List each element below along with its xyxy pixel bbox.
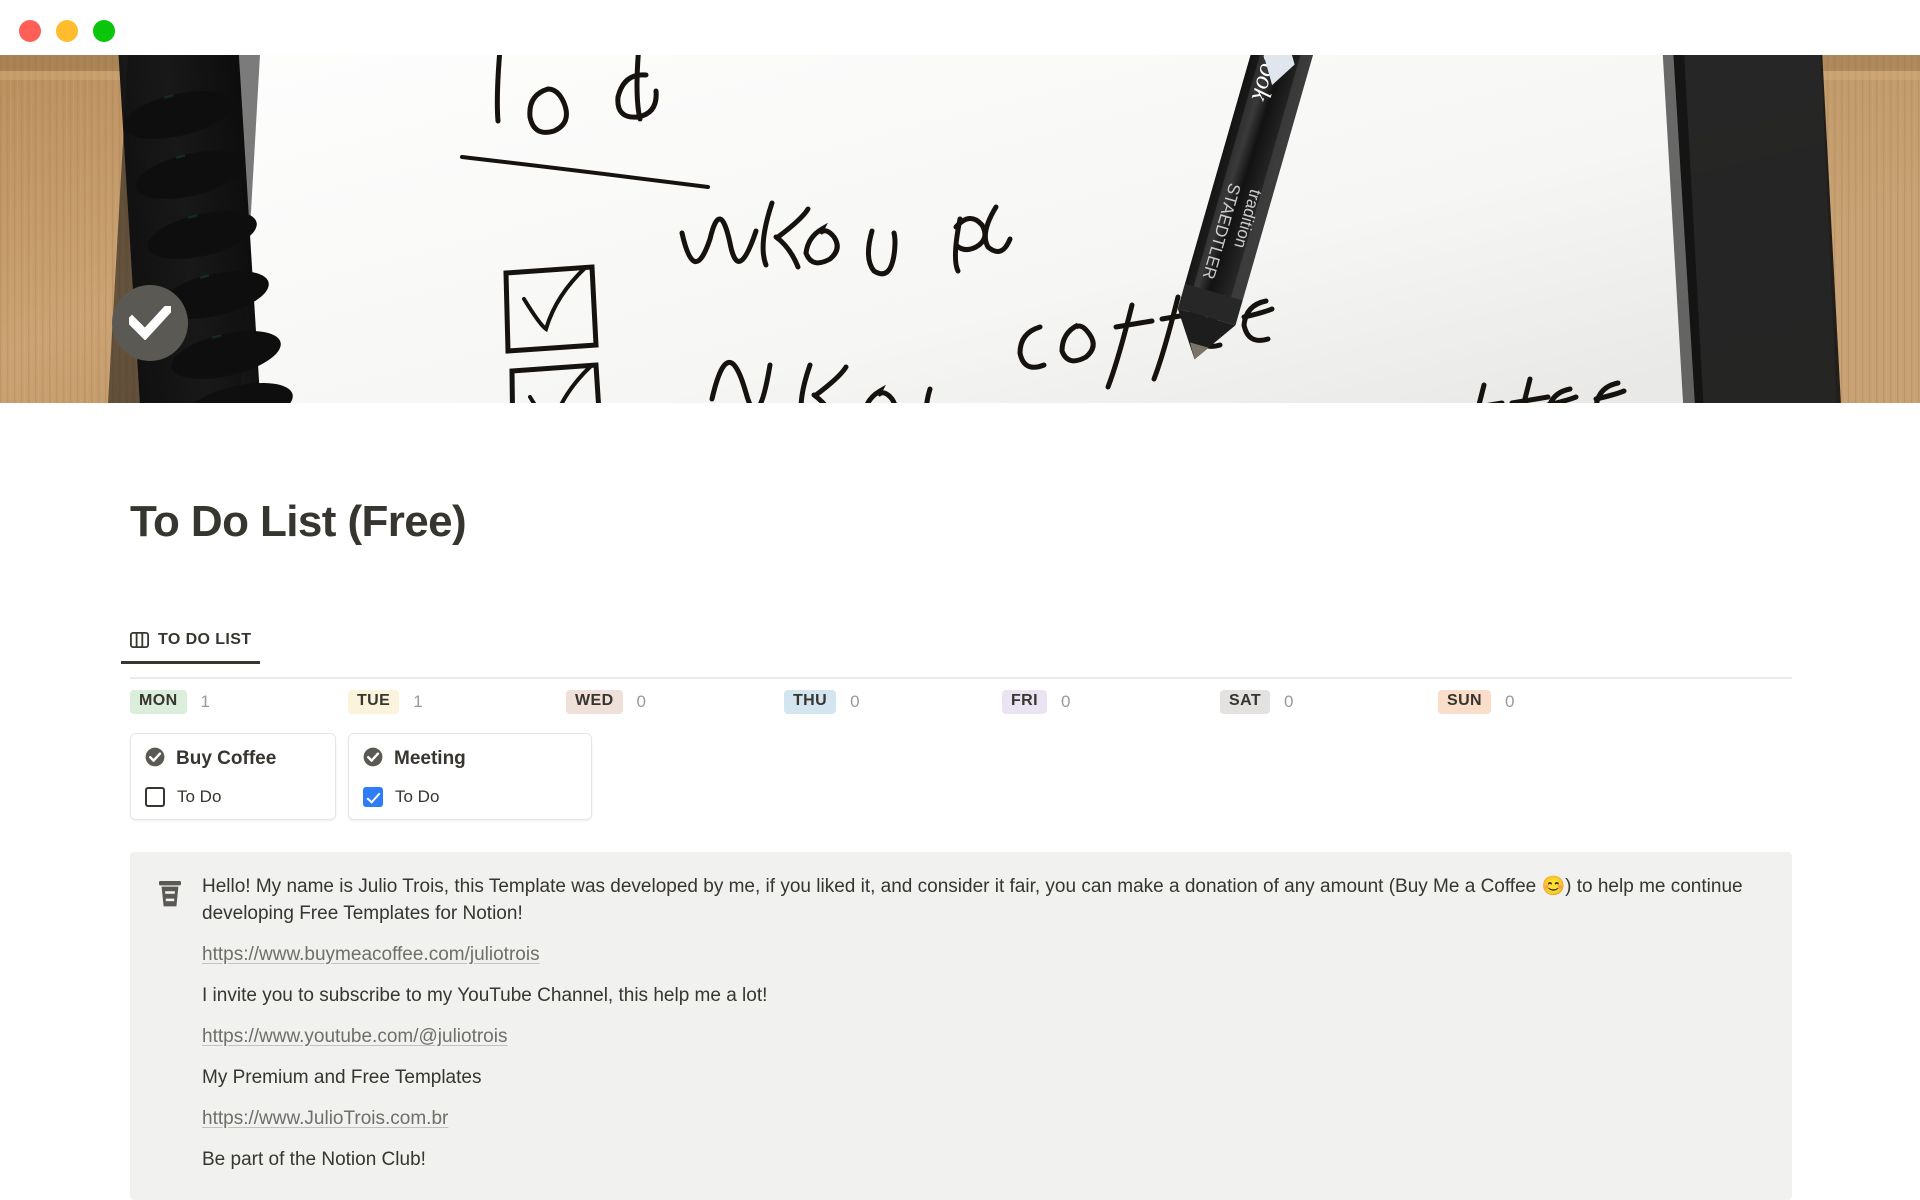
todo-property-label: To Do <box>177 787 222 806</box>
card-title-row: Buy Coffee <box>145 746 321 772</box>
day-pill: TUE <box>348 690 400 714</box>
board-column-thu: THU 0 <box>784 688 1002 716</box>
page-content: To Do List (Free) TO DO LIST MON 1 Buy Cof… <box>0 403 1920 1200</box>
check-circle-icon <box>363 747 383 772</box>
column-card-count: 0 <box>636 692 646 711</box>
callout-paragraph-2: I invite you to subscribe to my YouTube … <box>202 984 768 1006</box>
board-view-icon <box>129 631 150 648</box>
window-traffic-lights <box>19 20 115 42</box>
column-card-count: 0 <box>850 692 860 711</box>
day-pill: SUN <box>1438 690 1491 714</box>
website-link[interactable]: https://www.JulioTrois.com.br <box>202 1106 448 1133</box>
callout-paragraph-4: Be part of the Notion Club! <box>202 1148 426 1170</box>
maximize-button[interactable] <box>93 20 115 42</box>
page-title[interactable]: To Do List (Free) <box>130 497 467 547</box>
callout-paragraph-1: Hello! My name is Julio Trois, this Temp… <box>202 876 1743 924</box>
todo-property-label: To Do <box>395 787 440 806</box>
board-card[interactable]: Meeting To Do <box>348 733 592 820</box>
minimize-button[interactable] <box>56 20 78 42</box>
card-title: Buy Coffee <box>176 748 277 769</box>
todo-checkbox[interactable] <box>145 787 165 807</box>
tab-label: TO DO LIST <box>158 631 252 648</box>
column-card-count: 0 <box>1504 692 1515 711</box>
board-column-sun: SUN 0 <box>1438 688 1656 716</box>
tab-to-do-list[interactable]: TO DO LIST <box>121 631 261 664</box>
column-card-count: 0 <box>1060 692 1071 711</box>
buymeacoffee-link[interactable]: https://www.buymeacoffee.com/juliotrois <box>202 942 540 969</box>
column-header[interactable]: TUE 1 <box>348 688 566 716</box>
check-icon <box>129 306 171 340</box>
column-header[interactable]: WED 0 <box>566 688 784 716</box>
card-title-row: Meeting <box>363 746 577 772</box>
board-column-sat: SAT 0 <box>1220 688 1438 716</box>
callout-block: Hello! My name is Julio Trois, this Temp… <box>130 852 1792 1200</box>
column-header[interactable]: MON 1 <box>130 688 348 716</box>
column-header[interactable]: SUN 0 <box>1438 688 1656 716</box>
column-header[interactable]: SAT 0 <box>1220 688 1438 716</box>
callout-content: Hello! My name is Julio Trois, this Temp… <box>202 874 1764 1176</box>
column-card-count: 0 <box>1284 692 1294 711</box>
card-property-row: To Do <box>145 786 321 808</box>
window-titlebar <box>0 0 1920 55</box>
board-column-fri: FRI 0 <box>1002 688 1220 716</box>
column-header[interactable]: FRI 0 <box>1002 688 1220 716</box>
card-property-row: To Do <box>363 786 577 808</box>
youtube-link[interactable]: https://www.youtube.com/@juliotrois <box>202 1024 507 1051</box>
page-icon-check-circle[interactable] <box>112 285 188 361</box>
view-tabbar: TO DO LIST <box>121 631 1792 679</box>
todo-checkbox[interactable] <box>363 787 383 807</box>
day-pill: WED <box>566 690 623 714</box>
tabbar-divider <box>130 677 1792 679</box>
board-column-mon: MON 1 Buy Coffee To Do <box>130 688 348 820</box>
board-card[interactable]: Buy Coffee To Do <box>130 733 336 820</box>
page-cover-image[interactable]: Bambook STAEDTLER tradition <box>0 55 1920 403</box>
coffee-cup-icon <box>158 874 182 1176</box>
day-pill: FRI <box>1002 690 1047 714</box>
day-pill: THU <box>784 690 837 714</box>
callout-paragraph-3: My Premium and Free Templates <box>202 1066 482 1088</box>
board-view: MON 1 Buy Coffee To Do TUE 1 Meeting To Do WED 0 T… <box>130 688 1792 820</box>
column-card-count: 1 <box>200 692 210 711</box>
board-column-tue: TUE 1 Meeting To Do <box>348 688 592 820</box>
check-circle-icon <box>145 747 165 772</box>
card-title: Meeting <box>394 748 466 769</box>
day-pill: SAT <box>1220 690 1271 714</box>
close-button[interactable] <box>19 20 41 42</box>
day-pill: MON <box>130 690 187 714</box>
column-card-count: 1 <box>413 692 423 711</box>
column-header[interactable]: THU 0 <box>784 688 1002 716</box>
board-column-wed: WED 0 <box>566 688 784 716</box>
